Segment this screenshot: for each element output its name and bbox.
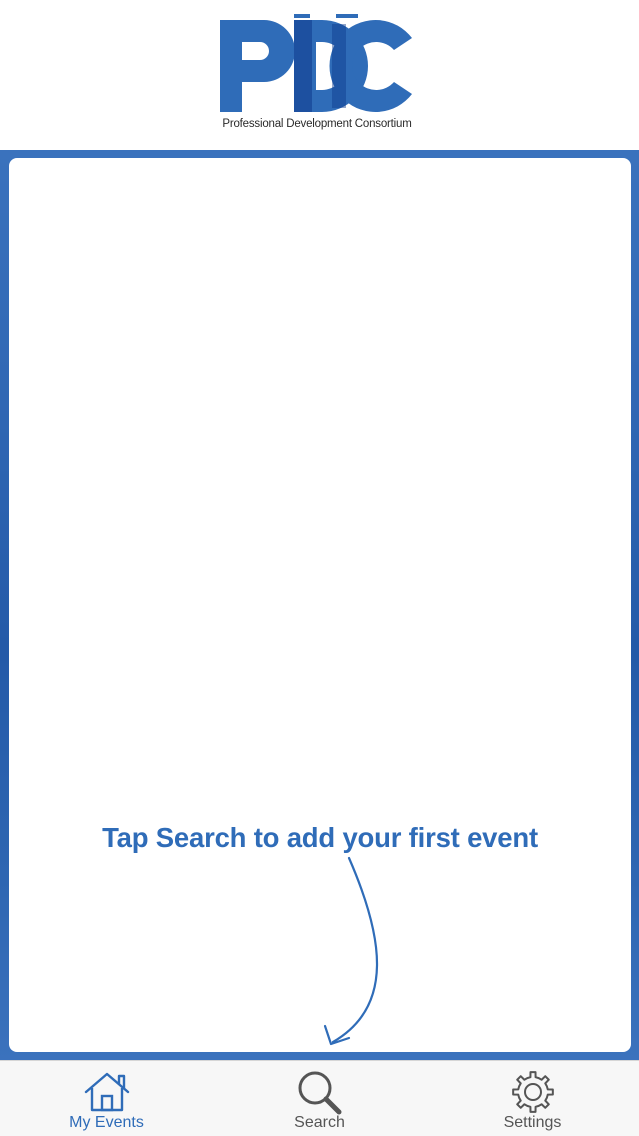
empty-state-prompt: Tap Search to add your first event bbox=[102, 822, 538, 853]
events-frame: Tap Search to add your first event bbox=[0, 150, 639, 1060]
tab-bar: My Events Search Settings bbox=[0, 1060, 639, 1136]
app-header: Professional Development Consortium bbox=[0, 0, 639, 150]
gear-icon bbox=[511, 1071, 554, 1113]
events-list-empty[interactable]: Tap Search to add your first event bbox=[9, 158, 631, 1052]
curved-arrow-icon bbox=[323, 856, 379, 1046]
logo-tagline: Professional Development Consortium bbox=[222, 118, 412, 130]
tab-my-events[interactable]: My Events bbox=[0, 1061, 213, 1136]
tab-label-my-events: My Events bbox=[69, 1114, 144, 1131]
tab-label-search: Search bbox=[294, 1114, 345, 1131]
magnifier-icon bbox=[298, 1071, 341, 1115]
house-icon bbox=[84, 1072, 129, 1112]
pdc-logo: Professional Development Consortium bbox=[220, 14, 414, 134]
gear-teeth bbox=[511, 1071, 554, 1113]
tab-label-settings: Settings bbox=[503, 1114, 562, 1131]
tab-search[interactable]: Search bbox=[213, 1061, 426, 1136]
tab-settings[interactable]: Settings bbox=[426, 1061, 639, 1136]
